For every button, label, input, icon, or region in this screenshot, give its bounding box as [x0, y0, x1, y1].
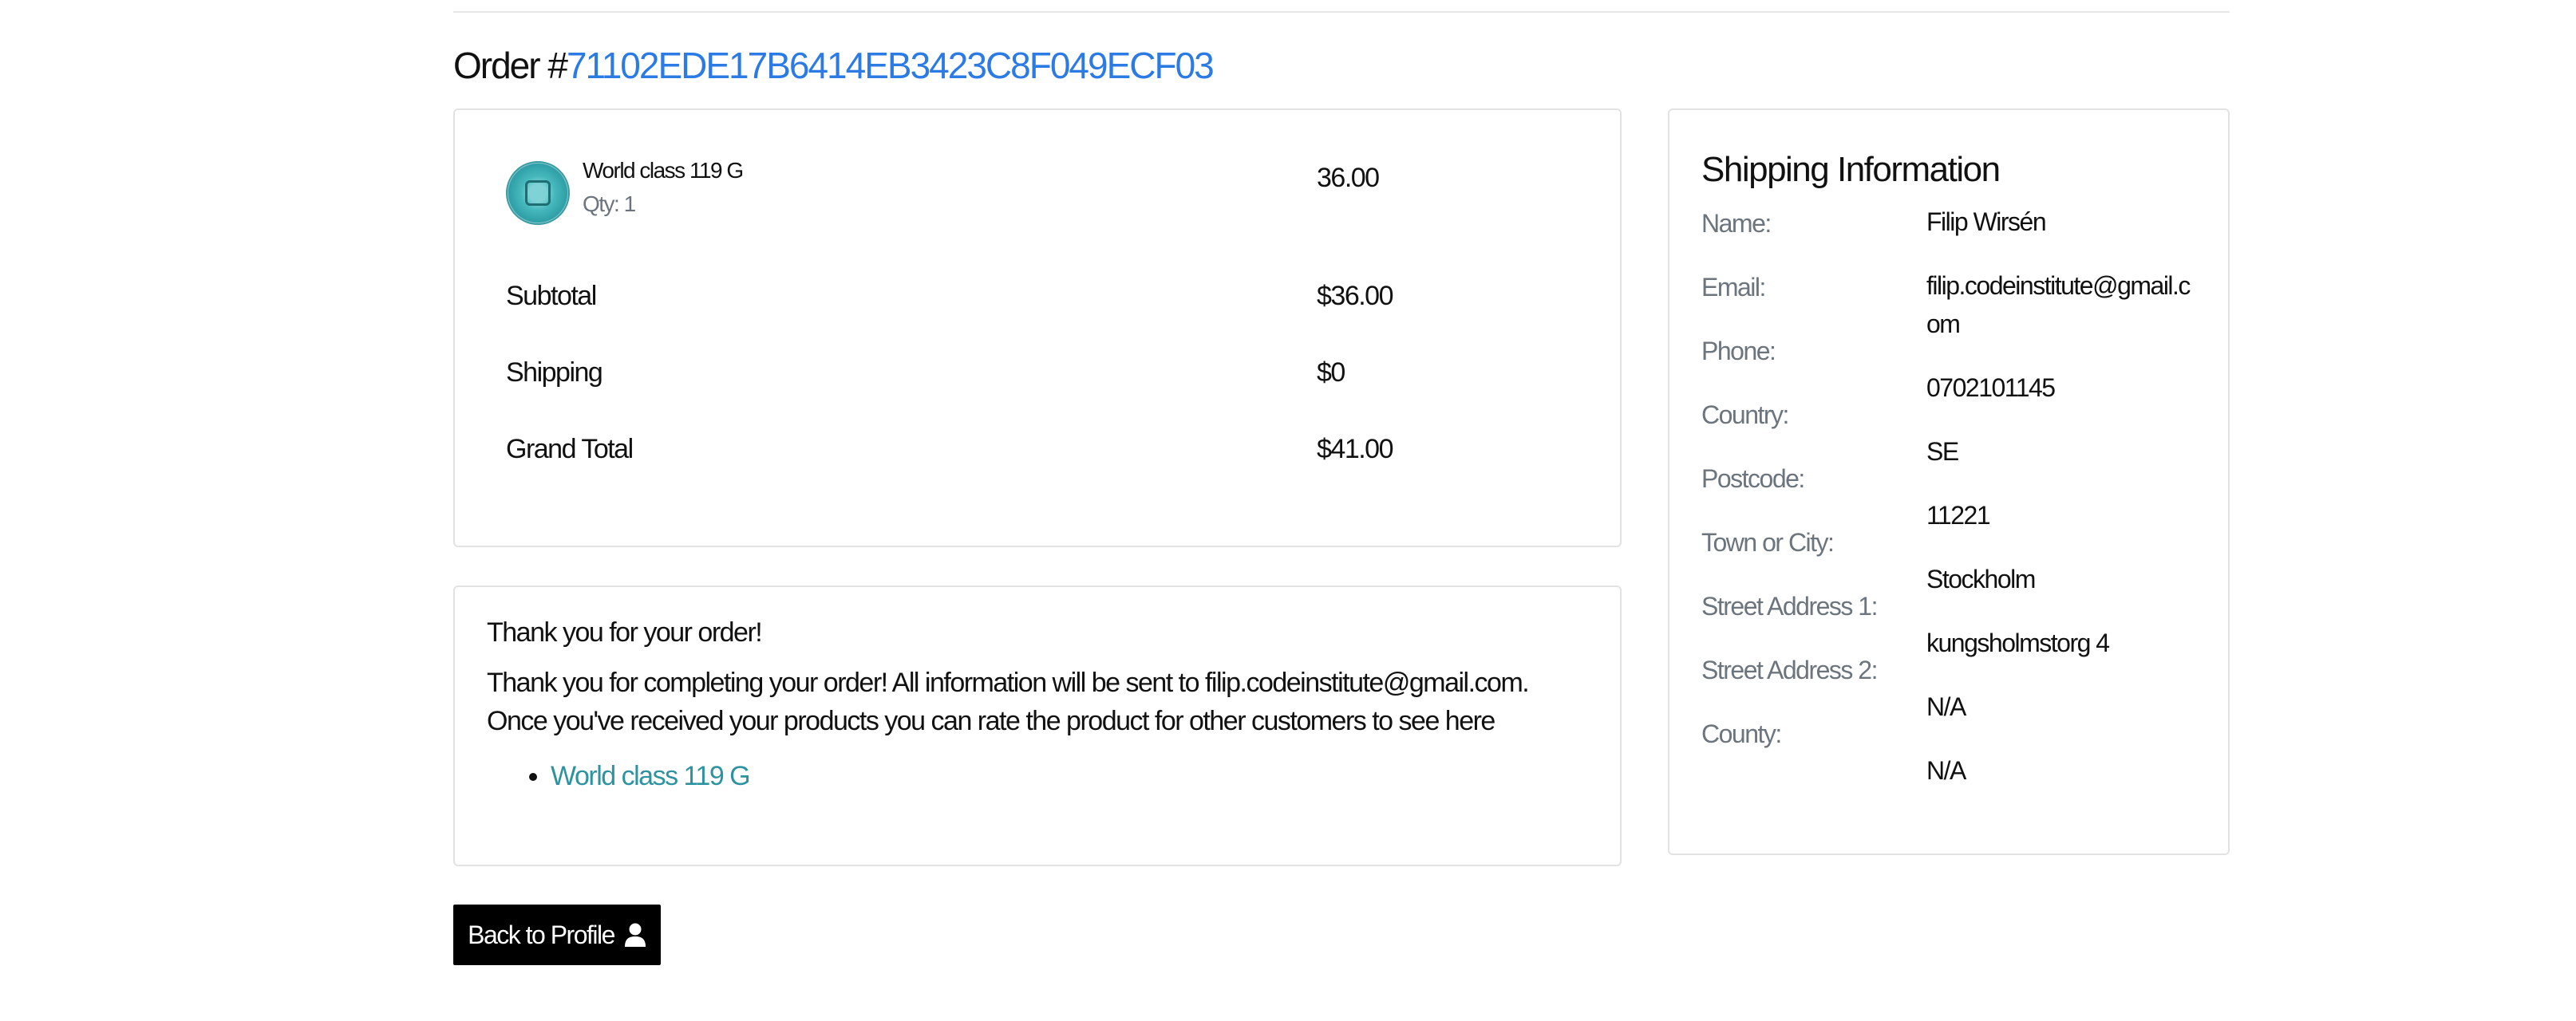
- thank-you-message: Thank you for completing your order! All…: [487, 668, 1530, 736]
- street-address-2-label: Street Address 2:: [1701, 656, 1878, 684]
- item-name: World class 119 G: [583, 158, 744, 183]
- thank-you-title: Thank you for your order!: [487, 617, 763, 648]
- street-address-1-value: kungsholmstorg 4: [1926, 629, 2110, 657]
- order-prefix: Order #: [453, 45, 568, 86]
- country-value: SE: [1926, 437, 1959, 466]
- back-to-profile-label: Back to Profile: [468, 920, 615, 949]
- disc-product-icon: [506, 161, 570, 225]
- town-label: Town or City:: [1701, 528, 1835, 557]
- list-item: World class 119 G: [551, 761, 751, 792]
- item-price: 36.00: [1317, 163, 1380, 193]
- street-address-1-label: Street Address 1:: [1701, 592, 1878, 621]
- subtotal-value: $36.00: [1317, 281, 1394, 311]
- grand-total-label: Grand Total: [506, 434, 634, 464]
- order-summary-card: World class 119 G Qty: 1 36.00 Subtotal …: [453, 108, 1622, 547]
- county-value: N/A: [1926, 756, 1966, 785]
- rate-product-link[interactable]: World class 119 G: [551, 761, 751, 791]
- town-value: Stockholm: [1926, 565, 2036, 593]
- top-divider: [453, 11, 2230, 13]
- shipping-value: $0: [1317, 357, 1345, 388]
- order-heading: Order #71102EDE17B6414EB3423C8F049ECF03: [453, 40, 1215, 91]
- street-address-2-value: N/A: [1926, 692, 1966, 721]
- name-label: Name:: [1701, 209, 1772, 238]
- shipping-label: Shipping: [506, 357, 603, 388]
- phone-label: Phone:: [1701, 337, 1776, 365]
- subtotal-label: Subtotal: [506, 281, 597, 311]
- email-value: filip.codeinstitute@gmail.com: [1926, 271, 2191, 338]
- name-value: Filip Wirsén: [1926, 207, 2047, 236]
- shipping-title: Shipping Information: [1701, 150, 2001, 189]
- rate-products-list: World class 119 G: [487, 761, 751, 792]
- user-icon: [624, 923, 646, 947]
- shipping-info-card: Shipping Information Name: Email: Phone:…: [1668, 108, 2230, 855]
- postcode-label: Postcode:: [1701, 464, 1805, 493]
- county-label: County:: [1701, 719, 1782, 748]
- grand-total-value: $41.00: [1317, 434, 1394, 464]
- order-number: 71102EDE17B6414EB3423C8F049ECF03: [566, 45, 1215, 86]
- phone-value: 0702101145: [1926, 373, 2056, 402]
- item-qty: Qty: 1: [583, 191, 636, 216]
- thank-you-card: Thank you for your order! Thank you for …: [453, 585, 1622, 866]
- country-label: Country:: [1701, 400, 1789, 429]
- postcode-value: 11221: [1926, 501, 1991, 530]
- back-to-profile-button[interactable]: Back to Profile: [453, 905, 661, 965]
- email-label: Email:: [1701, 273, 1766, 302]
